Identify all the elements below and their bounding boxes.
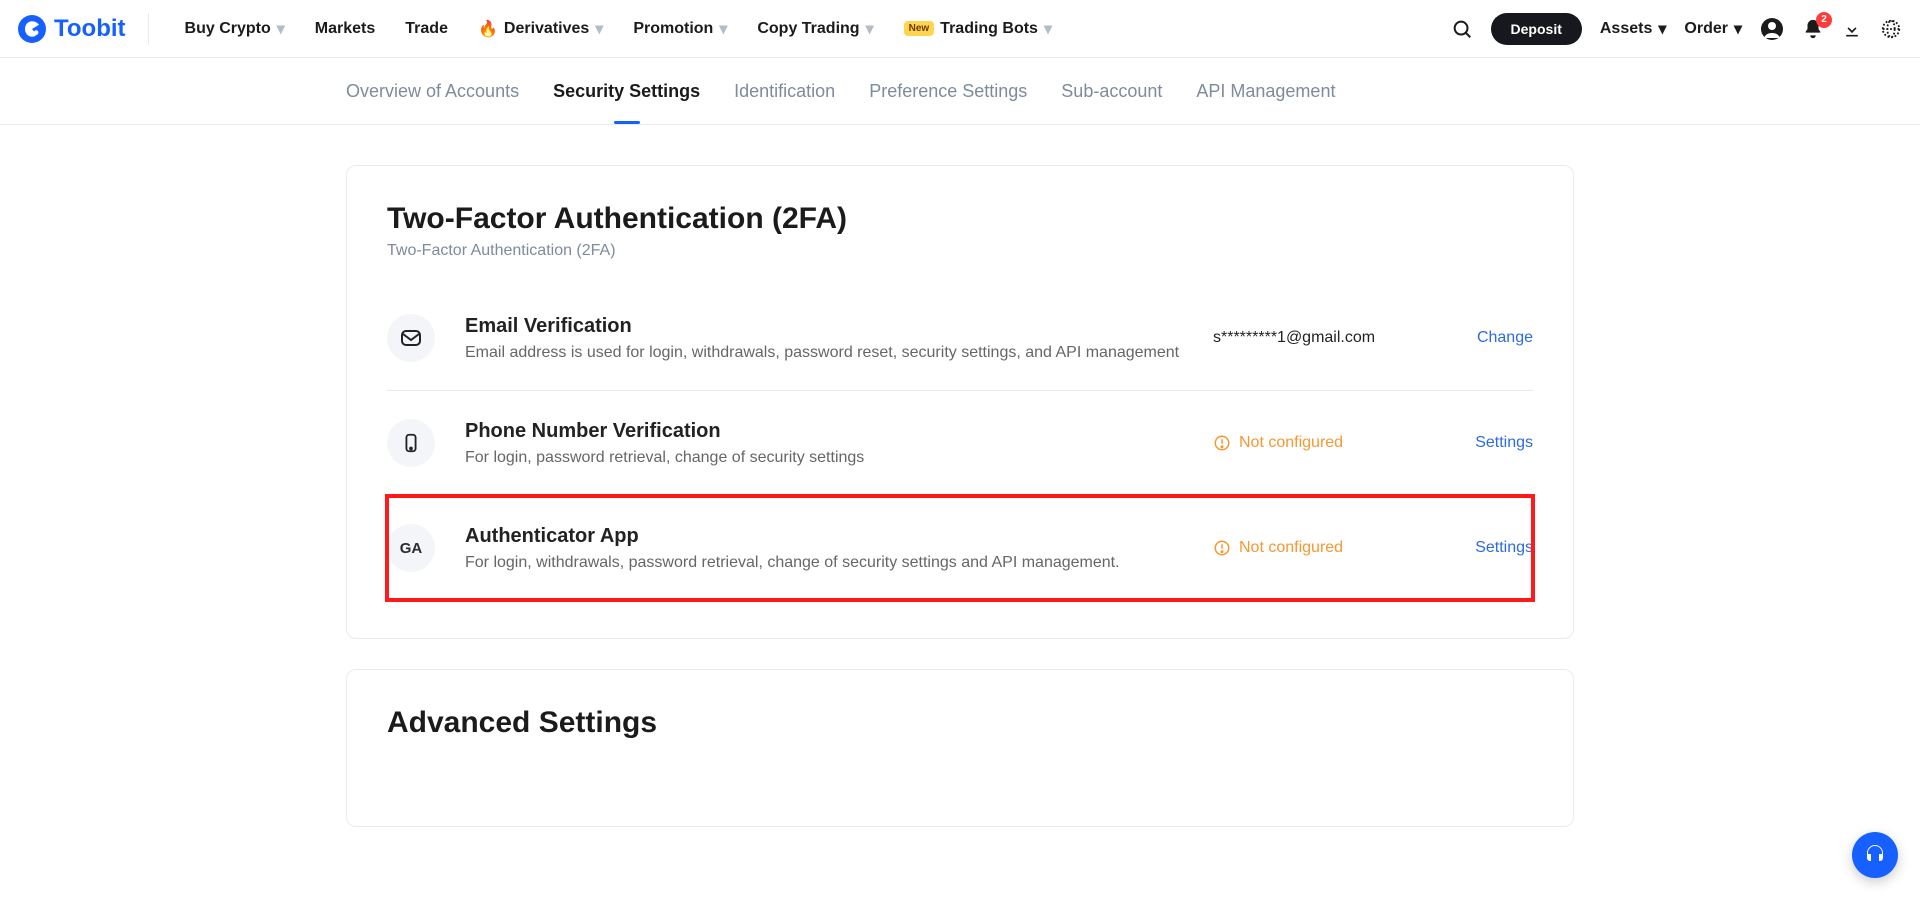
tfa-email-desc: Email address is used for login, withdra…: [465, 344, 1183, 362]
tfa-phone-status-text: Not configured: [1239, 434, 1343, 452]
nav-copy-trading[interactable]: Copy Trading ▾: [743, 11, 887, 47]
nav-trade-label: Trade: [405, 20, 448, 38]
tfa-phone-info: Phone Number Verification For login, pas…: [465, 420, 1183, 467]
tfa-phone-settings-link[interactable]: Settings: [1453, 434, 1533, 452]
brand-name: Toobit: [54, 15, 126, 43]
tab-api-management[interactable]: API Management: [1196, 58, 1335, 124]
chevron-down-icon: ▾: [1658, 19, 1666, 39]
brand-logo-icon: [18, 15, 46, 43]
tfa-phone-desc: For login, password retrieval, change of…: [465, 449, 1183, 467]
chevron-down-icon: ▾: [866, 19, 874, 39]
download-icon[interactable]: [1842, 19, 1862, 39]
profile-icon[interactable]: [1760, 17, 1784, 41]
advanced-heading: Advanced Settings: [387, 706, 1533, 740]
tfa-authenticator-desc: For login, withdrawals, password retriev…: [465, 554, 1183, 572]
tfa-phone-row: Phone Number Verification For login, pas…: [387, 391, 1533, 496]
tfa-authenticator-row: GA Authenticator App For login, withdraw…: [387, 496, 1533, 600]
tfa-heading: Two-Factor Authentication (2FA): [387, 202, 1533, 236]
page-content: Two-Factor Authentication (2FA) Two-Fact…: [346, 165, 1574, 827]
tab-identification[interactable]: Identification: [734, 58, 835, 124]
email-icon: [387, 314, 435, 362]
nav-buy-crypto-label: Buy Crypto: [185, 20, 271, 38]
nav-promotion-label: Promotion: [633, 20, 713, 38]
advanced-card: Advanced Settings: [346, 669, 1574, 827]
tfa-authenticator-status-text: Not configured: [1239, 539, 1343, 557]
nav-derivatives[interactable]: 🔥 Derivatives ▾: [464, 11, 617, 47]
tfa-email-row: Email Verification Email address is used…: [387, 286, 1533, 391]
tfa-authenticator-title: Authenticator App: [465, 525, 1183, 548]
search-icon[interactable]: [1451, 18, 1473, 40]
tfa-phone-status: Not configured: [1213, 434, 1423, 452]
nav-bots-label: Trading Bots: [940, 20, 1038, 38]
notifications-icon[interactable]: 2: [1802, 18, 1824, 40]
nav-assets[interactable]: Assets ▾: [1600, 19, 1667, 39]
headset-icon: [1863, 843, 1887, 867]
nav-promotion[interactable]: Promotion ▾: [619, 11, 741, 47]
nav-buy-crypto[interactable]: Buy Crypto ▾: [171, 11, 299, 47]
nav-copy-label: Copy Trading: [757, 20, 859, 38]
topbar: Toobit Buy Crypto ▾ Markets Trade 🔥 Deri…: [0, 0, 1920, 58]
tfa-card: Two-Factor Authentication (2FA) Two-Fact…: [346, 165, 1574, 639]
support-fab[interactable]: [1852, 832, 1898, 878]
warning-icon: [1213, 434, 1231, 452]
tfa-email-value: s*********1@gmail.com: [1213, 329, 1423, 347]
globe-icon[interactable]: [1880, 18, 1902, 40]
warning-icon: [1213, 539, 1231, 557]
tfa-email-info: Email Verification Email address is used…: [465, 315, 1183, 362]
nav-trading-bots[interactable]: New Trading Bots ▾: [890, 11, 1066, 47]
nav-markets[interactable]: Markets: [301, 12, 389, 46]
badge-new: New: [904, 21, 935, 36]
notifications-badge: 2: [1816, 12, 1832, 28]
nav-markets-label: Markets: [315, 20, 375, 38]
chevron-down-icon: ▾: [595, 19, 603, 39]
tab-security-settings[interactable]: Security Settings: [553, 58, 700, 124]
tab-preference-settings[interactable]: Preference Settings: [869, 58, 1027, 124]
nav-order[interactable]: Order ▾: [1684, 19, 1742, 39]
tfa-authenticator-status: Not configured: [1213, 539, 1423, 557]
deposit-button[interactable]: Deposit: [1491, 13, 1582, 45]
account-tabs: Overview of Accounts Security Settings I…: [346, 58, 1574, 124]
tfa-phone-title: Phone Number Verification: [465, 420, 1183, 443]
main-nav: Buy Crypto ▾ Markets Trade 🔥 Derivatives…: [171, 11, 1066, 47]
chevron-down-icon: ▾: [1734, 19, 1742, 39]
right-nav: Deposit Assets ▾ Order ▾ 2: [1451, 13, 1902, 45]
tfa-authenticator-settings-link[interactable]: Settings: [1453, 539, 1533, 557]
tfa-email-title: Email Verification: [465, 315, 1183, 338]
tfa-authenticator-info: Authenticator App For login, withdrawals…: [465, 525, 1183, 572]
flame-icon: 🔥: [478, 19, 498, 39]
nav-assets-label: Assets: [1600, 20, 1652, 38]
tfa-email-change-link[interactable]: Change: [1453, 329, 1533, 347]
nav-order-label: Order: [1684, 20, 1728, 38]
nav-trade[interactable]: Trade: [391, 12, 462, 46]
authenticator-icon: GA: [387, 524, 435, 572]
nav-derivatives-label: Derivatives: [504, 20, 589, 38]
tab-overview[interactable]: Overview of Accounts: [346, 58, 519, 124]
tfa-subheading: Two-Factor Authentication (2FA): [387, 242, 1533, 260]
phone-icon: [387, 419, 435, 467]
chevron-down-icon: ▾: [1044, 19, 1052, 39]
brand-logo[interactable]: Toobit: [18, 13, 149, 45]
chevron-down-icon: ▾: [277, 19, 285, 39]
tab-sub-account[interactable]: Sub-account: [1061, 58, 1162, 124]
chevron-down-icon: ▾: [719, 19, 727, 39]
account-tabs-bar: Overview of Accounts Security Settings I…: [0, 58, 1920, 125]
